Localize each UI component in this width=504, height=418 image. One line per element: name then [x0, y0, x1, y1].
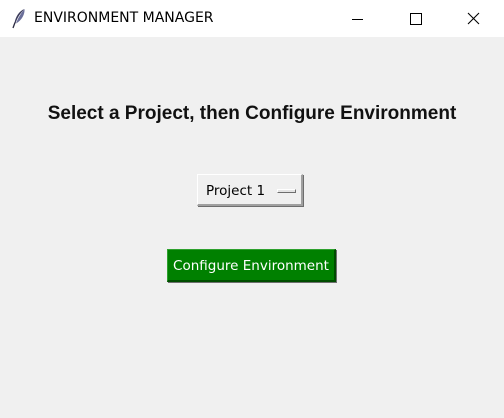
maximize-icon [410, 13, 422, 25]
configure-environment-button[interactable]: Configure Environment [167, 249, 336, 282]
project-dropdown-value: Project 1 [206, 183, 266, 199]
maximize-button[interactable] [392, 0, 438, 37]
minimize-button[interactable] [334, 0, 380, 37]
configure-environment-label: Configure Environment [173, 258, 329, 274]
page-heading: Select a Project, then Configure Environ… [47, 103, 457, 124]
close-button[interactable] [450, 0, 496, 37]
title-bar[interactable]: ENVIRONMENT MANAGER [0, 0, 504, 37]
close-icon [467, 12, 480, 25]
window-title: ENVIRONMENT MANAGER [34, 10, 214, 26]
minimize-icon [352, 19, 363, 20]
dropdown-indicator-icon [277, 189, 296, 193]
project-dropdown[interactable]: Project 1 [197, 174, 303, 206]
feather-icon [12, 8, 26, 29]
app-window: ENVIRONMENT MANAGER Select a Project, th… [0, 0, 504, 418]
